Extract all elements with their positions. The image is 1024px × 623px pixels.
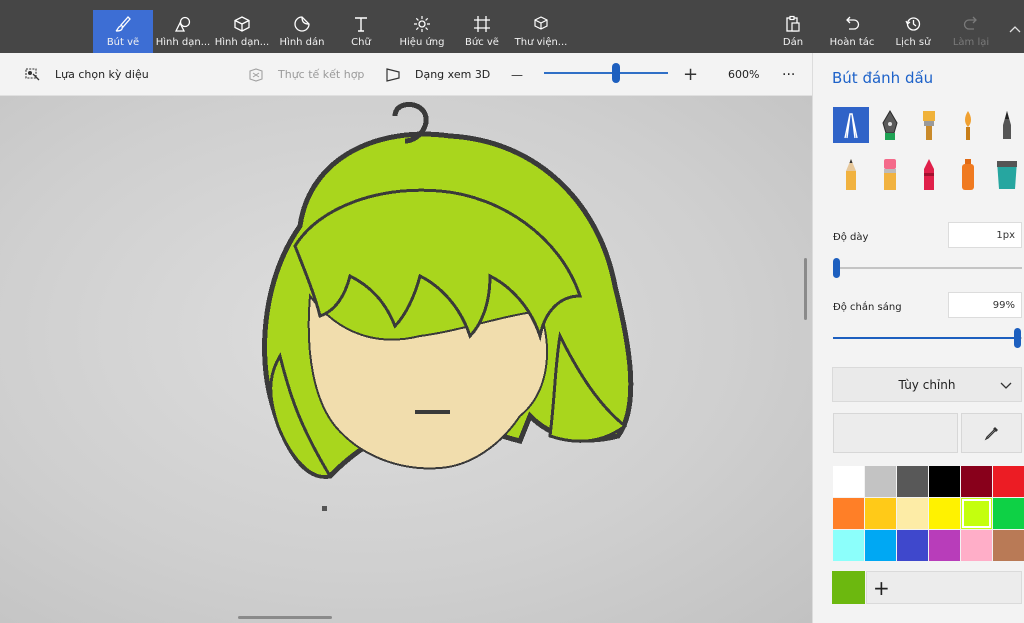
panel-title: Bút đánh dấu: [832, 69, 934, 87]
pixel-pen-icon: [995, 109, 1019, 141]
brush-fill[interactable]: [989, 156, 1024, 192]
vertical-scrollbar[interactable]: [804, 258, 807, 320]
color-preview: [833, 413, 958, 453]
history-button[interactable]: Lịch sử: [893, 10, 933, 53]
thickness-input[interactable]: 1px: [948, 222, 1022, 248]
tool-canvas[interactable]: Bức vẽ: [461, 10, 503, 53]
stickers-icon: [293, 14, 311, 34]
palette-swatch[interactable]: [993, 530, 1024, 561]
thickness-slider-thumb[interactable]: [833, 258, 840, 278]
opacity-slider-thumb[interactable]: [1014, 328, 1022, 348]
palette-swatch[interactable]: [961, 466, 992, 497]
palette-swatch[interactable]: [993, 466, 1024, 497]
zoom-out-button[interactable]: —: [511, 53, 523, 96]
paste-icon: [784, 14, 802, 34]
palette-swatch[interactable]: [993, 498, 1024, 529]
more-options-button[interactable]: ···: [782, 53, 795, 96]
history-icon: [904, 14, 922, 34]
palette-swatch[interactable]: [929, 466, 960, 497]
stray-dot: [322, 506, 327, 511]
text-icon: [352, 14, 370, 34]
secondary-toolbar: Lựa chọn kỳ diệu Thực tế kết hợp Dạng xe…: [0, 53, 812, 96]
fill-bucket-icon: [994, 157, 1020, 191]
undo-icon: [843, 14, 861, 34]
pencil-icon: [839, 157, 863, 191]
zoom-slider-thumb[interactable]: [611, 63, 620, 83]
redo-icon: [962, 14, 980, 34]
horizontal-scrollbar[interactable]: [238, 616, 332, 619]
magic-select-button[interactable]: Lựa chọn kỳ diệu: [25, 53, 149, 96]
current-color-swatch[interactable]: [832, 571, 865, 604]
top-toolbar: Bút vẽ Hình dạn... Hình dạn... Hình dán …: [0, 0, 1024, 53]
effects-icon: [413, 14, 431, 34]
mixed-reality-button[interactable]: Thực tế kết hợp: [248, 53, 364, 96]
plus-icon: +: [873, 575, 890, 600]
3d-library-icon: [532, 14, 550, 34]
chevron-down-icon: [999, 378, 1013, 395]
view-3d-button[interactable]: Dạng xem 3D: [385, 53, 490, 96]
add-color-button[interactable]: +: [866, 571, 1022, 604]
tool-brushes[interactable]: Bút vẽ: [93, 10, 153, 53]
watercolor-icon: [956, 109, 980, 141]
tool-text[interactable]: Chữ: [340, 10, 382, 53]
tool-effects[interactable]: Hiệu ứng: [396, 10, 448, 53]
expand-icon[interactable]: [1008, 22, 1022, 36]
palette-swatch[interactable]: [833, 530, 864, 561]
opacity-label: Độ chắn sáng: [833, 302, 902, 313]
brush-icon: [114, 14, 132, 34]
eyedropper-icon: [984, 425, 1000, 441]
palette-swatch[interactable]: [897, 498, 928, 529]
brush-oil[interactable]: [911, 107, 947, 143]
calligraphy-pen-icon: [878, 109, 902, 141]
2d-shapes-icon: [174, 14, 192, 34]
palette-swatch[interactable]: [929, 498, 960, 529]
brush-crayon[interactable]: [911, 156, 947, 192]
undo-button[interactable]: Hoàn tác: [828, 10, 876, 53]
eyedropper-button[interactable]: [961, 413, 1022, 453]
palette-swatch[interactable]: [897, 466, 928, 497]
palette-swatch[interactable]: [961, 498, 992, 529]
palette-swatch[interactable]: [897, 530, 928, 561]
color-mode-dropdown[interactable]: Tùy chỉnh: [832, 367, 1022, 402]
redo-button[interactable]: Làm lại: [951, 10, 991, 53]
tool-3d-shapes[interactable]: Hình dạn...: [214, 10, 270, 53]
mixed-reality-icon: [248, 67, 264, 82]
brush-eraser[interactable]: [872, 156, 908, 192]
palette-swatch[interactable]: [865, 530, 896, 561]
thickness-label: Độ dày: [833, 232, 869, 243]
brush-calligraphy[interactable]: [872, 107, 908, 143]
opacity-input[interactable]: 99%: [948, 292, 1022, 318]
brush-pixel[interactable]: [989, 107, 1024, 143]
tool-stickers[interactable]: Hình dán: [277, 10, 327, 53]
3d-shapes-icon: [233, 14, 251, 34]
opacity-slider-fill: [833, 337, 1021, 339]
palette-swatch[interactable]: [961, 530, 992, 561]
tool-3d-library[interactable]: Thư viện...: [513, 10, 569, 53]
brush-pencil[interactable]: [833, 156, 869, 192]
palette-swatch[interactable]: [833, 466, 864, 497]
zoom-level-label: 600%: [728, 68, 760, 81]
brush-marker[interactable]: [833, 107, 869, 143]
canvas-drawing: [262, 102, 634, 511]
crayon-icon: [917, 157, 941, 191]
brush-watercolor[interactable]: [950, 107, 986, 143]
paste-button[interactable]: Dán: [776, 10, 810, 53]
marker-brush-icon: [839, 110, 863, 140]
palette-swatch[interactable]: [865, 498, 896, 529]
zoom-in-button[interactable]: +: [683, 53, 698, 96]
oil-brush-icon: [917, 109, 941, 141]
palette-swatch[interactable]: [833, 498, 864, 529]
magic-select-icon: [25, 67, 41, 82]
eraser-icon: [878, 157, 902, 191]
tool-2d-shapes[interactable]: Hình dạn...: [155, 10, 211, 53]
3d-view-icon: [385, 67, 401, 82]
zoom-slider-track[interactable]: [544, 72, 668, 74]
thickness-slider-track[interactable]: [833, 267, 1022, 269]
spray-can-icon: [956, 157, 980, 191]
palette-swatch[interactable]: [865, 466, 896, 497]
brush-spray[interactable]: [950, 156, 986, 192]
canvas-icon: [473, 14, 491, 34]
palette-swatch[interactable]: [929, 530, 960, 561]
drawing-canvas[interactable]: [0, 96, 812, 623]
